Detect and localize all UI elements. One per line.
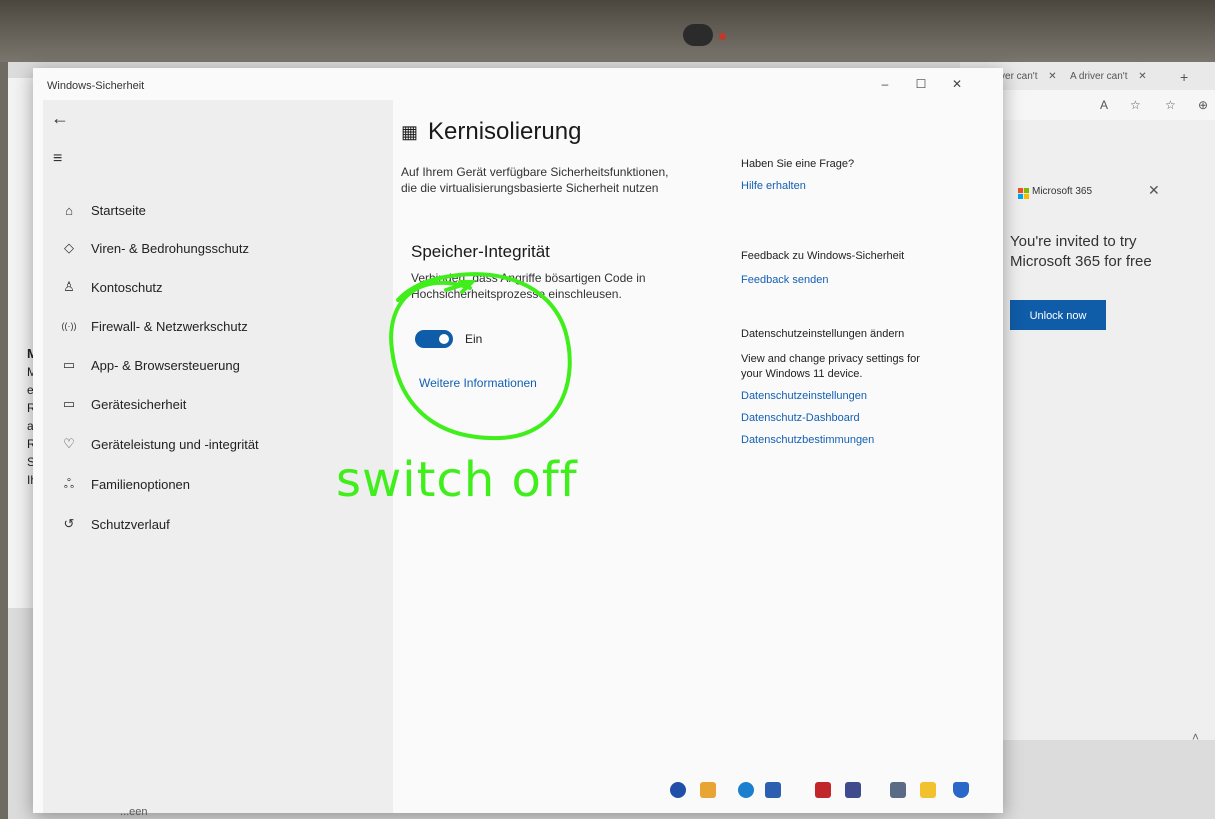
- teams-icon[interactable]: [670, 782, 686, 798]
- edge-icon[interactable]: [738, 782, 754, 798]
- background-text-fragment: ...een: [120, 806, 148, 818]
- office-icon[interactable]: [815, 782, 831, 798]
- annotation-overlay: [389, 272, 572, 441]
- app-icon[interactable]: [845, 782, 861, 798]
- shield-app-icon[interactable]: [920, 782, 936, 798]
- app-icon[interactable]: [890, 782, 906, 798]
- taskbar: [400, 760, 1040, 815]
- file-explorer-icon[interactable]: [700, 782, 716, 798]
- annotation-text: switch off: [336, 452, 578, 508]
- chevron-up-icon[interactable]: ˄: [1192, 730, 1199, 744]
- store-icon[interactable]: [765, 782, 781, 798]
- windows-security-taskbar-icon[interactable]: [953, 782, 969, 798]
- annotation-circle: [389, 272, 572, 441]
